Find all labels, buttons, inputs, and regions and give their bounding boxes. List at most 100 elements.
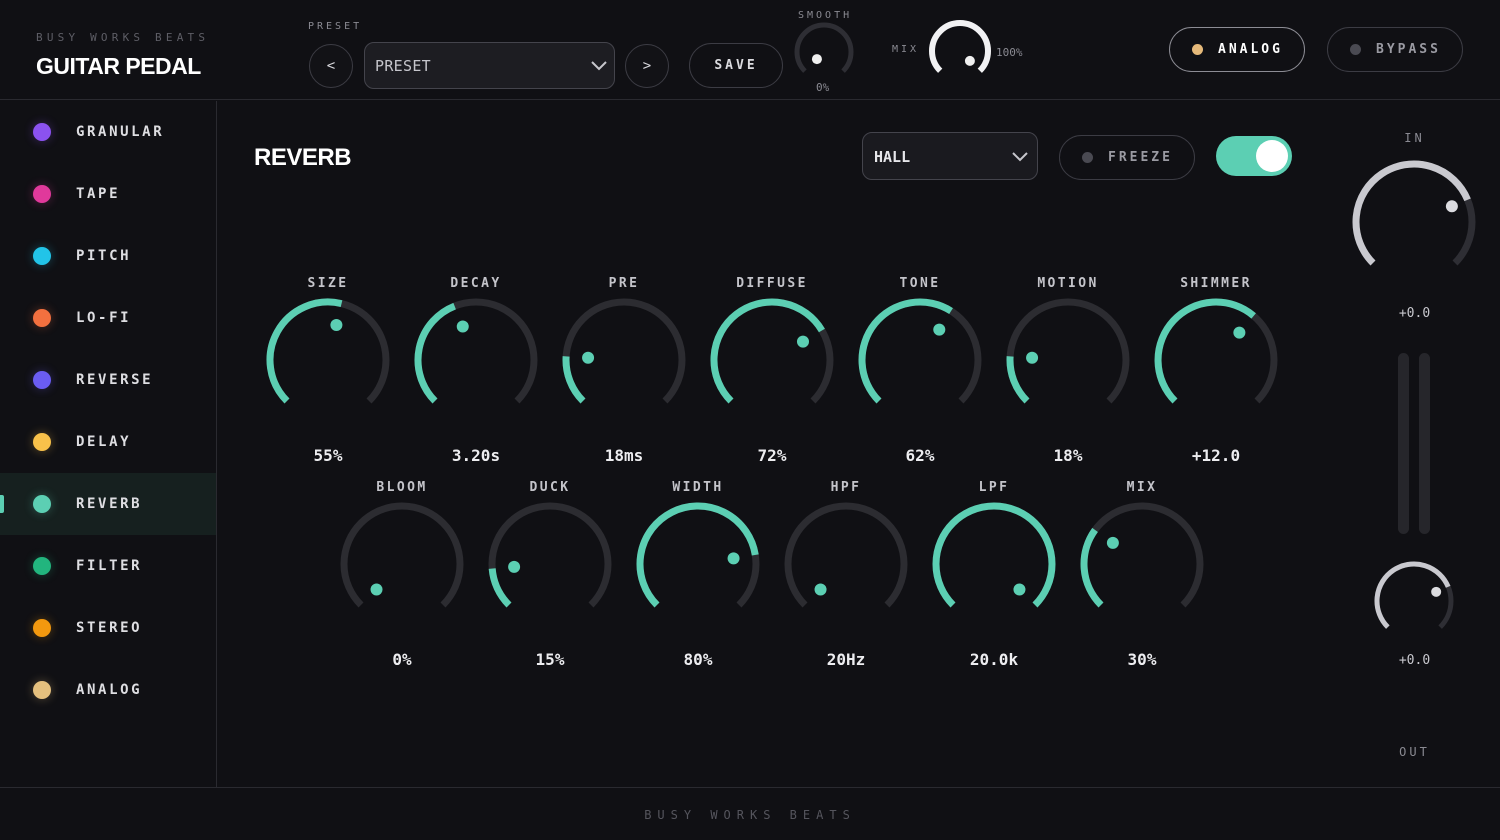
preset-label: PRESET [308, 21, 363, 32]
reverb-mode-select[interactable]: HALL [862, 132, 1038, 180]
knob-value: 55% [313, 446, 343, 465]
section-title: REVERB [254, 144, 352, 171]
sidebar-item-label: GRANULAR [76, 124, 165, 140]
sidebar-item-label: TAPE [76, 186, 121, 202]
sidebar-item-delay[interactable]: DELAY [0, 411, 216, 473]
knob-duck: DUCK 15% [480, 480, 620, 680]
tone-knob-dial[interactable] [858, 298, 982, 422]
sidebar-color-dot [33, 123, 51, 141]
sidebar-item-label: ANALOG [76, 682, 143, 698]
knob-label: LPF [978, 480, 1010, 495]
shimmer-knob-dial[interactable] [1154, 298, 1278, 422]
motion-knob-dial[interactable] [1006, 298, 1130, 422]
save-button[interactable]: SAVE [689, 43, 783, 88]
sidebar-item-lo-fi[interactable]: LO-FI [0, 287, 216, 349]
knob-value: 72% [757, 446, 787, 465]
input-gain-knob[interactable] [1349, 158, 1480, 278]
mix-knob-indicator [964, 55, 975, 66]
output-gain-knob[interactable] [1371, 559, 1457, 639]
preset-next-button[interactable]: > [625, 44, 669, 88]
sidebar-item-tape[interactable]: TAPE [0, 163, 216, 225]
mix-label: MIX [892, 44, 920, 55]
smooth-knob[interactable] [792, 22, 856, 82]
knob-value: 18ms [604, 446, 644, 465]
io-panel: IN +0.0 +0.0 OUT [1329, 101, 1500, 787]
knob-fill [266, 298, 343, 404]
level-meter-left [1398, 353, 1409, 534]
sidebar-item-granular[interactable]: GRANULAR [0, 101, 216, 163]
knob-decay: DECAY 3.20s [406, 276, 546, 476]
sidebar-color-dot [33, 185, 51, 203]
bypass-indicator-dot [1350, 44, 1361, 55]
analog-button[interactable]: ANALOG [1169, 27, 1305, 72]
knob-label: WIDTH [672, 480, 724, 495]
decay-knob-dial[interactable] [414, 298, 538, 422]
level-meter-right [1419, 353, 1430, 534]
smooth-knob-indicator [811, 54, 822, 65]
sidebar-item-pitch[interactable]: PITCH [0, 225, 216, 287]
knob-shimmer: SHIMMER +12.0 [1146, 276, 1286, 476]
knob-fill [710, 298, 825, 404]
knob-label: HPF [830, 480, 862, 495]
mix-value: 100% [996, 46, 1023, 59]
knob-hpf: HPF 20Hz [776, 480, 916, 680]
bypass-button[interactable]: BYPASS [1327, 27, 1463, 72]
input-knob-fill [1352, 160, 1471, 266]
diffuse-knob-dial[interactable] [710, 298, 834, 422]
sidebar-color-dot [33, 371, 51, 389]
output-gain-value: +0.0 [1398, 653, 1431, 668]
width-knob-dial[interactable] [636, 502, 760, 626]
sidebar-color-dot [33, 495, 51, 513]
mix-knob[interactable] [927, 18, 993, 80]
sidebar-item-reverb[interactable]: REVERB [0, 473, 216, 535]
knob-indicator [933, 323, 946, 336]
bloom-knob-dial[interactable] [340, 502, 464, 626]
knob-label: DIFFUSE [736, 276, 808, 291]
freeze-button[interactable]: FREEZE [1059, 135, 1195, 180]
duck-knob-dial[interactable] [488, 502, 612, 626]
knob-track [488, 502, 612, 608]
knob-fill [932, 502, 1056, 608]
analog-button-label: ANALOG [1218, 42, 1283, 57]
knob-label: SIZE [307, 276, 349, 291]
size-knob-dial[interactable] [266, 298, 390, 422]
footer-bar: BUSY WORKS BEATS [0, 787, 1500, 840]
knob-fill [562, 356, 586, 404]
knob-label: DECAY [450, 276, 502, 291]
knob-indicator [330, 318, 343, 331]
lpf-knob-dial[interactable] [932, 502, 1056, 626]
knob-indicator [1026, 351, 1039, 364]
sidebar-item-label: DELAY [76, 434, 132, 450]
knob-fill [858, 298, 953, 404]
reverb-panel: REVERB HALL FREEZE SIZE 55% DECAY 3.20s PRE 1… [218, 101, 1328, 787]
knob-indicator [370, 583, 383, 596]
sidebar-item-label: REVERB [76, 496, 143, 512]
chevron-down-icon [1012, 152, 1028, 162]
sidebar-item-stereo[interactable]: STEREO [0, 597, 216, 659]
header-bar: BUSY WORKS BEATS GUITAR PEDAL PRESET < P… [0, 0, 1500, 100]
smooth-value: 0% [816, 81, 830, 94]
smooth-knob-track [794, 22, 854, 73]
knob-value: 20Hz [826, 650, 866, 669]
knob-indicator [1106, 536, 1119, 549]
knob-indicator [814, 583, 827, 596]
sidebar-item-filter[interactable]: FILTER [0, 535, 216, 597]
bypass-button-label: BYPASS [1376, 42, 1441, 57]
mix-knob-dial[interactable] [1080, 502, 1204, 626]
knob-indicator [727, 552, 740, 565]
hpf-knob-dial[interactable] [784, 502, 908, 626]
knob-indicator [1013, 583, 1026, 596]
knob-track [562, 298, 686, 404]
reverb-enable-toggle[interactable] [1216, 136, 1292, 176]
knob-label: SHIMMER [1180, 276, 1252, 291]
preset-select-value: PRESET [375, 57, 431, 75]
preset-select[interactable]: PRESET [364, 42, 615, 89]
sidebar-color-dot [33, 309, 51, 327]
sidebar-item-analog[interactable]: ANALOG [0, 659, 216, 721]
pre-knob-dial[interactable] [562, 298, 686, 422]
knob-value: 15% [535, 650, 565, 669]
sidebar-item-reverse[interactable]: REVERSE [0, 349, 216, 411]
knob-bloom: BLOOM 0% [332, 480, 472, 680]
preset-prev-button[interactable]: < [309, 44, 353, 88]
knob-value: 62% [905, 446, 935, 465]
